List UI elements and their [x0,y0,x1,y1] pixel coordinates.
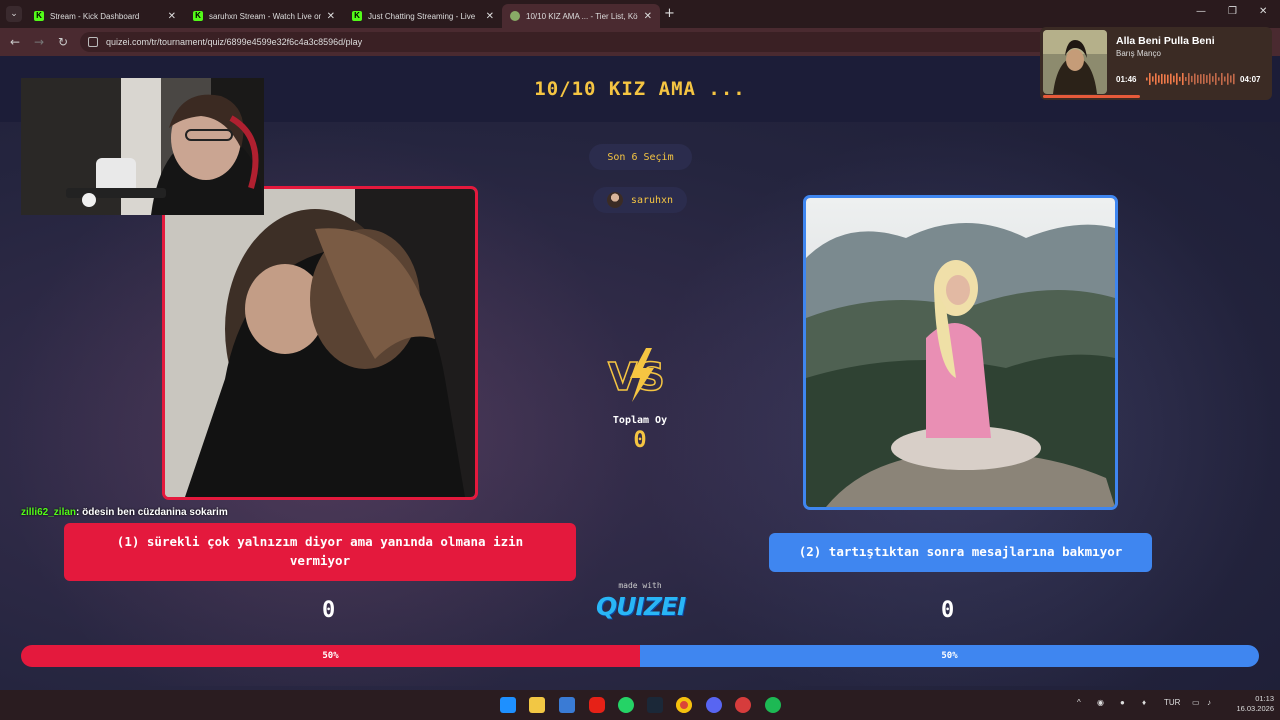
total-votes-value: 0 [633,428,647,453]
tab-title: Stream - Kick Dashboard [50,11,140,21]
app-icon[interactable] [735,697,751,713]
whatsapp-icon[interactable] [618,697,634,713]
tab-title: 10/10 KIZ AMA ... - Tier List, Kö [526,11,638,21]
chat-text: : ödesin ben cüzdanina sokarim [76,507,228,518]
chrome-icon[interactable] [676,697,692,713]
playback-progress-bar[interactable] [1043,95,1141,98]
url-field[interactable]: quizei.com/tr/tournament/quiz/6899e4599e… [80,32,1180,52]
back-arrow-icon[interactable]: ← [10,35,20,49]
option-2-vote-count: 0 [941,598,955,623]
tab-just-chatting[interactable]: K Just Chatting Streaming - Live ✕ [344,4,502,28]
total-votes-label: Toplam Oy [612,415,668,426]
quizei-logo[interactable]: QUIZEI [596,592,686,621]
round-label: Son 6 Seçim [607,151,674,163]
option-1-percent-label: 50% [322,651,339,661]
chat-message: zilli62_zilan: ödesin ben cüzdanina soka… [21,507,228,518]
clock-date: 16.03.2026 [1236,703,1274,713]
start-windows-icon[interactable] [500,697,516,713]
option-2-percent-label: 50% [941,651,958,661]
reload-icon[interactable]: ↻ [58,35,68,49]
option-2-label: (2) tartıştıktan sonra mesajlarına bakmı… [798,544,1123,560]
tab-search-chevron-icon[interactable]: ⌄ [6,6,22,22]
round-pill: Son 6 Seçim [589,144,692,170]
tray-chevron-up-icon[interactable]: ^ [1077,698,1081,707]
webcam-feed [21,78,264,215]
discord-icon[interactable] [706,697,722,713]
close-icon[interactable]: ✕ [327,11,335,22]
option-1-label: (1) sürekli çok yalnızım diyor ama yanın… [116,534,524,568]
close-icon[interactable]: ✕ [168,11,176,22]
site-info-icon[interactable] [88,37,98,47]
vote-split-bar: 50% 50% [21,645,1259,667]
browser-tab-bar: ⌄ K Stream - Kick Dashboard ✕ K saruhxn … [0,0,1280,28]
now-playing-widget[interactable]: Alla Beni Pulla Beni Barış Manço 01:46 0… [1040,27,1272,100]
volume-icon[interactable]: ♪ [1207,698,1211,707]
store-icon[interactable] [559,697,575,713]
tab-saruhxn-stream[interactable]: K saruhxn Stream - Watch Live on ✕ [185,4,343,28]
window-close-icon[interactable]: ✕ [1259,6,1267,17]
close-icon[interactable]: ✕ [486,11,494,22]
kick-icon: K [34,11,44,21]
system-clock[interactable]: 01:13 16.03.2026 [1226,694,1274,714]
network-icon[interactable]: ▭ [1192,698,1200,707]
chat-username: zilli62_zilan [21,507,77,518]
file-explorer-icon[interactable] [529,697,545,713]
album-cover [1043,30,1107,94]
player-name: saruhxn [630,194,674,206]
kick-icon: K [193,11,203,21]
option-2-image-card[interactable] [803,195,1118,510]
restore-icon[interactable]: ❐ [1228,6,1237,17]
option-2-image [806,198,1115,507]
tab-quizei[interactable]: 10/10 KIZ AMA ... - Tier List, Kö ✕ [502,4,660,28]
option-2-percent-bar: 50% [640,645,1259,667]
versus-bolt-icon: VS [607,348,666,402]
option-1-vote-count: 0 [322,598,336,623]
option-2-button[interactable]: (2) tartıştıktan sonra mesajlarına bakmı… [769,533,1152,572]
audio-waveform [1146,73,1235,85]
avatar [606,192,623,208]
webcam-overlay [21,78,264,215]
tab-title: Just Chatting Streaming - Live [368,11,476,21]
player-pill: saruhxn [593,187,687,213]
url-text: quizei.com/tr/tournament/quiz/6899e4599e… [106,37,363,47]
steam-tray-icon[interactable]: ◉ [1097,698,1104,707]
tray-app-icon[interactable]: ● [1120,698,1125,707]
elapsed-time: 01:46 [1116,75,1137,84]
clock-time: 01:13 [1255,694,1274,703]
song-artist: Barış Manço [1116,49,1161,58]
forward-arrow-icon[interactable]: → [34,35,44,49]
song-title: Alla Beni Pulla Beni [1116,35,1215,47]
microphone-icon[interactable]: ♦ [1142,698,1146,707]
spotify-icon[interactable] [765,697,781,713]
tab-title: saruhxn Stream - Watch Live on [209,11,321,21]
made-with-label: made with [618,581,662,590]
input-language[interactable]: TUR [1164,698,1180,707]
option-1-image-card[interactable] [162,186,478,500]
close-icon[interactable]: ✕ [644,11,652,22]
youtube-icon[interactable] [589,697,605,713]
steam-icon[interactable] [647,697,663,713]
quizei-icon [510,11,520,21]
windows-taskbar: ^ ◉ ● ♦ TUR ▭ ♪ 01:13 16.03.2026 [0,690,1280,720]
tab-kick-dashboard[interactable]: K Stream - Kick Dashboard ✕ [26,4,184,28]
option-1-image [165,189,475,497]
track-duration: 04:07 [1240,75,1261,84]
minimize-icon[interactable]: — [1196,6,1206,17]
option-1-percent-bar: 50% [21,645,640,667]
kick-icon: K [352,11,362,21]
option-1-button[interactable]: (1) sürekli çok yalnızım diyor ama yanın… [64,523,576,581]
new-tab-plus-icon[interactable]: + [664,6,675,21]
